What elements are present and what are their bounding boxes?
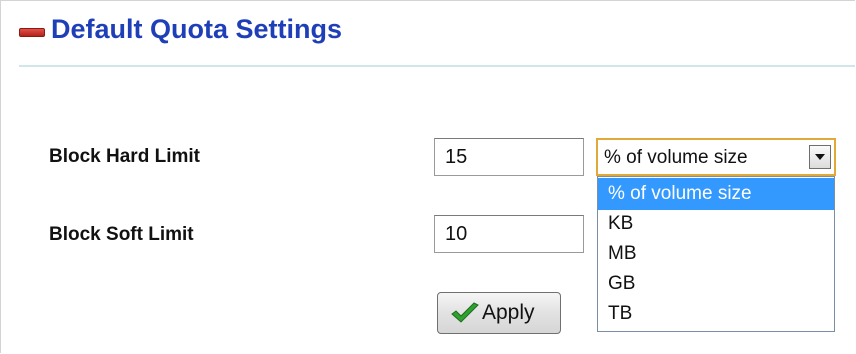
unit-option-mb[interactable]: MB <box>598 240 834 270</box>
unit-select-value: % of volume size <box>604 147 748 168</box>
quota-settings-panel: Default Quota Settings Block Hard Limit … <box>0 0 855 353</box>
checkmark-icon <box>450 302 480 330</box>
unit-option-kb[interactable]: KB <box>598 210 834 240</box>
soft-limit-input[interactable] <box>434 215 584 253</box>
chevron-down-icon[interactable] <box>809 145 831 169</box>
soft-limit-label: Block Soft Limit <box>49 224 194 245</box>
unit-select[interactable]: % of volume size <box>596 138 836 176</box>
unit-option-gb[interactable]: GB <box>598 270 834 300</box>
minus-icon[interactable] <box>19 28 45 37</box>
page-title: Default Quota Settings <box>51 14 343 44</box>
apply-button-label: Apply <box>482 301 535 324</box>
unit-option-percent[interactable]: % of volume size <box>598 178 834 210</box>
unit-dropdown-list: % of volume size KB MB GB TB <box>597 176 835 332</box>
header-divider <box>19 65 855 67</box>
unit-option-tb[interactable]: TB <box>598 300 834 330</box>
hard-limit-input[interactable] <box>434 138 584 176</box>
apply-button[interactable]: Apply <box>437 292 561 334</box>
hard-limit-label: Block Hard Limit <box>49 146 200 167</box>
